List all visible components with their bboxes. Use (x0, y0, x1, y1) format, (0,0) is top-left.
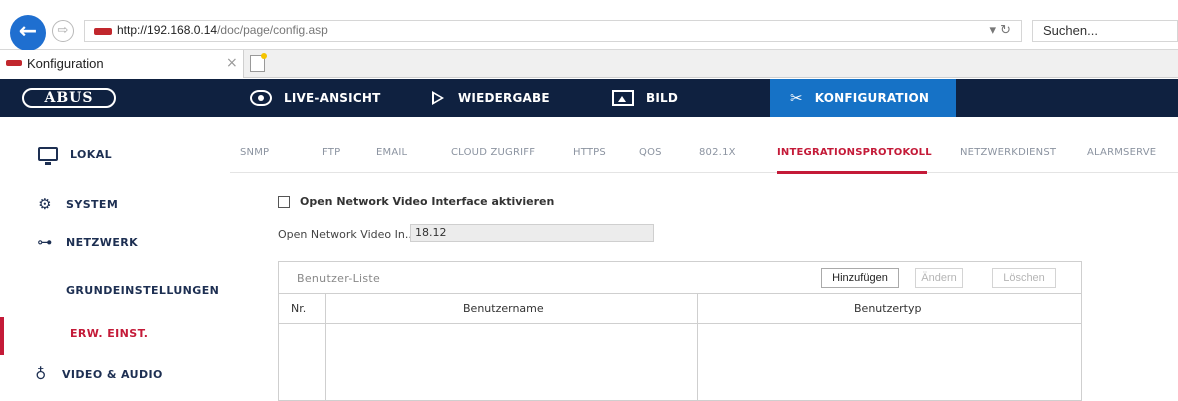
browser-tab-strip: Konfiguration × (0, 50, 1178, 78)
onvif-enable-label: Open Network Video Interface aktivieren (300, 195, 555, 208)
active-tab-underline (777, 171, 927, 174)
user-list-panel: Benutzer-Liste Hinzufügen Ändern Löschen… (278, 261, 1082, 401)
onvif-enable-checkbox[interactable] (278, 195, 290, 208)
browser-tab[interactable]: Konfiguration × (0, 50, 244, 78)
sidebar-item-lokal[interactable]: LOKAL (0, 147, 230, 165)
monitor-icon (38, 147, 58, 165)
tab-favicon-icon (6, 60, 22, 66)
tab-integrationsprotokoll[interactable]: INTEGRATIONSPROTOKOLL (777, 147, 932, 158)
sidebar-item-label: NETZWERK (66, 235, 139, 249)
new-tab-icon[interactable] (250, 53, 267, 72)
sidebar-item-label: VIDEO & AUDIO (62, 367, 163, 381)
sidebar-item-label: SYSTEM (66, 197, 119, 211)
tab-https[interactable]: HTTPS (573, 147, 606, 158)
app-header: ABUS LIVE-ANSICHT WIEDERGABE BILD ✂ KONF… (0, 79, 1178, 117)
nav-konfiguration[interactable]: ✂ KONFIGURATION (770, 79, 956, 117)
tab-email[interactable]: EMAIL (376, 147, 407, 158)
nav-label: KONFIGURATION (814, 91, 930, 105)
nav-live-ansicht[interactable]: LIVE-ANSICHT (244, 79, 414, 117)
url-text: http://192.168.0.14/doc/page/config.asp (117, 23, 328, 37)
tab-cloud-zugriff[interactable]: CLOUD ZUGRIFF (451, 147, 535, 158)
sidebar-item-netzwerk[interactable]: ⊶ NETZWERK (0, 233, 230, 251)
sidebar-subitem-grundeinstellungen[interactable]: GRUNDEINSTELLUNGEN (0, 284, 230, 297)
tab-snmp[interactable]: SNMP (240, 147, 269, 158)
user-table-header: Nr. Benutzername Benutzertyp (279, 294, 1081, 324)
sidebar-item-system[interactable]: ⚙ SYSTEM (0, 195, 230, 213)
forward-button[interactable]: ⇨ (52, 20, 74, 42)
user-list-header: Benutzer-Liste Hinzufügen Ändern Löschen (279, 262, 1081, 294)
arrow-right-icon: ⇨ (57, 23, 69, 38)
sidebar: LOKAL ⚙ SYSTEM ⊶ NETZWERK GRUNDEINSTELLU… (0, 117, 230, 401)
nav-label: LIVE-ANSICHT (284, 91, 381, 105)
delete-user-button[interactable]: Löschen (992, 268, 1056, 288)
nav-label: BILD (646, 91, 679, 105)
onvif-enable-row: Open Network Video Interface aktivieren (278, 195, 554, 208)
tab-alarmserver[interactable]: ALARMSERVE (1087, 147, 1156, 158)
site-favicon-icon (94, 28, 112, 35)
gear-icon: ⚙ (38, 195, 52, 213)
tab-qos[interactable]: QOS (639, 147, 662, 158)
column-header-nr: Nr. (291, 302, 307, 315)
onvif-version-field: 18.12 (410, 224, 654, 242)
browser-search-input[interactable]: Suchen... (1032, 20, 1178, 42)
tools-icon: ✂ (790, 89, 803, 107)
tab-netzwerkdienst[interactable]: NETZWERKDIENST (960, 147, 1056, 158)
play-icon (432, 91, 444, 105)
tab-title: Konfiguration (27, 56, 104, 71)
sidebar-item-label: LOKAL (70, 147, 113, 161)
arrow-left-icon: ← (18, 19, 38, 44)
image-icon (612, 90, 634, 106)
back-button[interactable]: ← (10, 15, 46, 51)
column-header-benutzername: Benutzername (463, 302, 544, 315)
microphone-icon: ♁ (35, 365, 47, 383)
sidebar-subitem-erw-einst[interactable]: ERW. EINST. (0, 327, 230, 340)
column-divider (325, 294, 326, 401)
column-divider (697, 294, 698, 401)
onvif-version-label: Open Network Video In... (278, 228, 416, 241)
abus-logo: ABUS (22, 88, 116, 108)
nav-bild[interactable]: BILD (612, 79, 752, 117)
sub-tab-bar: SNMP FTP EMAIL CLOUD ZUGRIFF HTTPS QOS 8… (230, 117, 1178, 174)
add-user-button[interactable]: Hinzufügen (821, 268, 899, 288)
tab-ftp[interactable]: FTP (322, 147, 340, 158)
main-content: SNMP FTP EMAIL CLOUD ZUGRIFF HTTPS QOS 8… (230, 117, 1178, 401)
tab-8021x[interactable]: 802.1X (699, 147, 736, 158)
user-list-title: Benutzer-Liste (297, 272, 381, 285)
close-icon[interactable]: × (226, 55, 238, 71)
sidebar-item-video-audio[interactable]: ♁ VIDEO & AUDIO (0, 365, 230, 383)
network-icon: ⊶ (37, 233, 53, 251)
nav-wiedergabe[interactable]: WIEDERGABE (432, 79, 592, 117)
browser-address-bar: ← ⇨ http://192.168.0.14/doc/page/config.… (0, 0, 1178, 51)
column-header-benutzertyp: Benutzertyp (854, 302, 922, 315)
url-field[interactable]: http://192.168.0.14/doc/page/config.asp … (84, 20, 1022, 42)
nav-label: WIEDERGABE (458, 91, 550, 105)
edit-user-button[interactable]: Ändern (915, 268, 963, 288)
refresh-icon[interactable]: ▾ ↻ (989, 23, 1011, 38)
eye-icon (250, 90, 272, 106)
